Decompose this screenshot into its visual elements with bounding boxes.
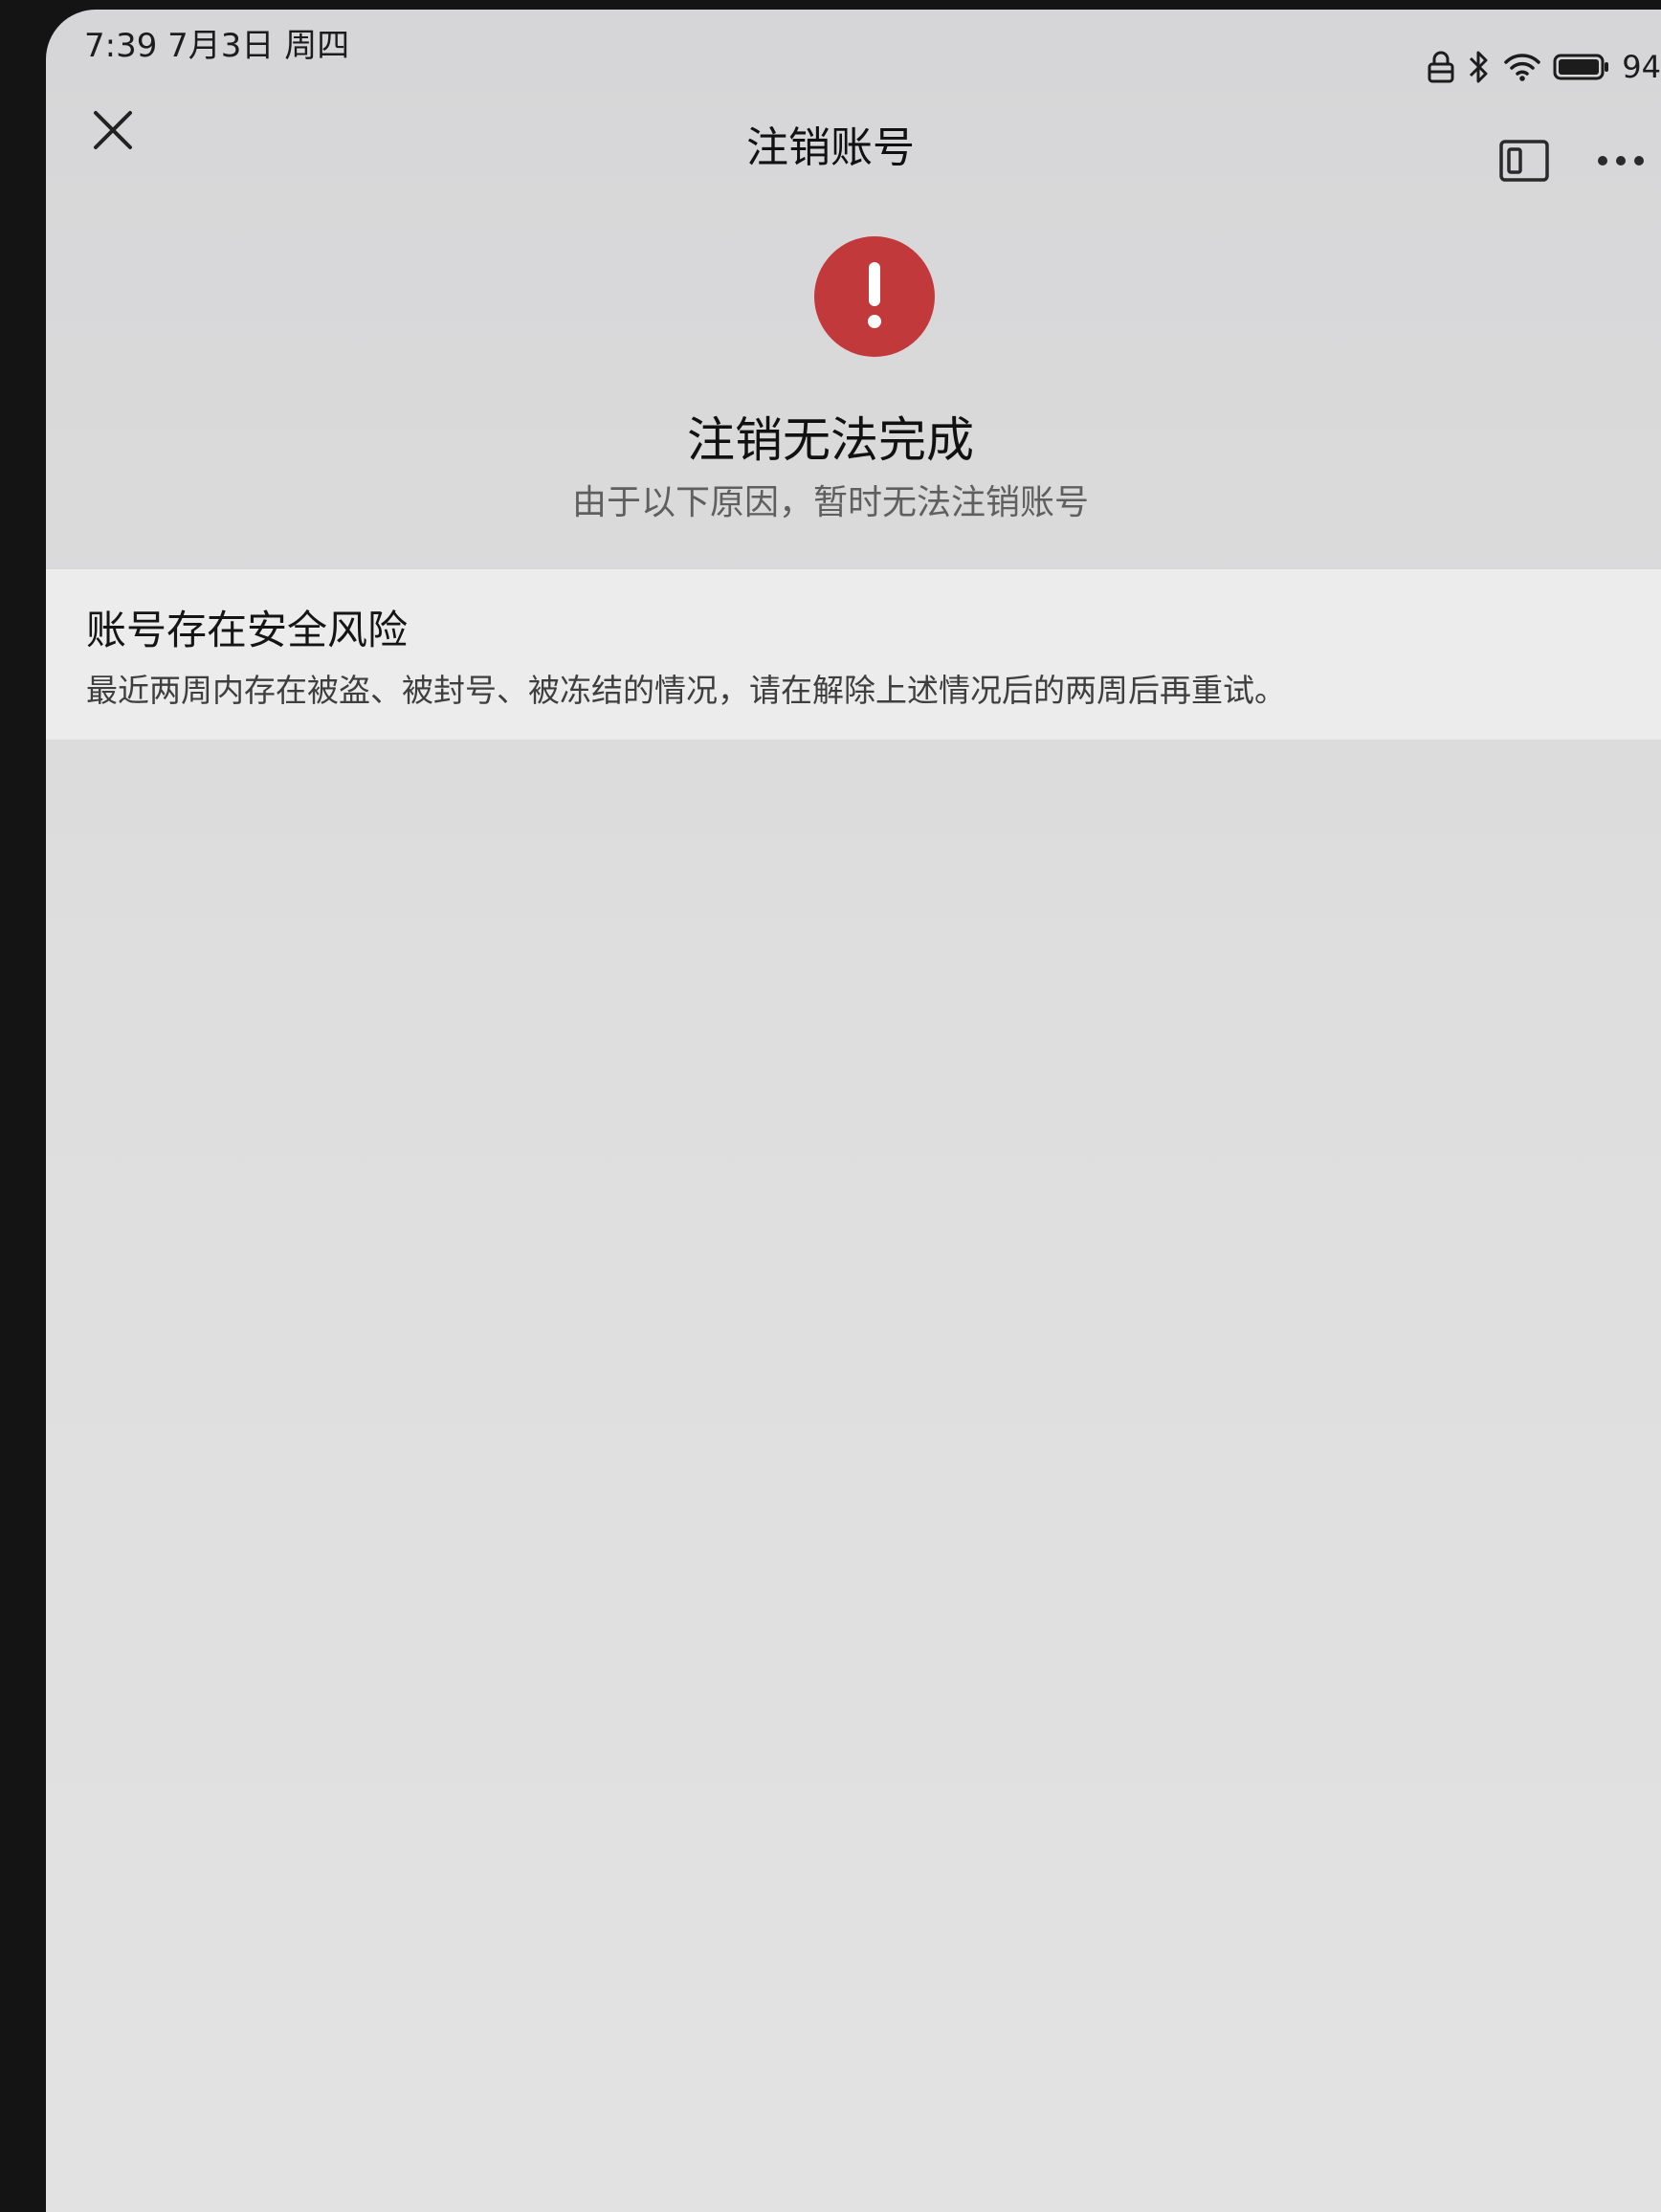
alert-badge [814,236,935,357]
more-icon [1598,156,1644,166]
more-button[interactable] [1596,149,1646,172]
split-view-button[interactable] [1498,138,1550,184]
battery-icon [1553,54,1609,80]
reason-description: 最近两周内存在被盗、被封号、被冻结的情况，请在解除上述情况后的两周后再重试。 [86,672,1286,709]
wifi-icon [1504,54,1541,81]
result-subtitle: 由于以下原因，暂时无法注销账号 [571,483,1089,522]
reason-title: 账号存在安全风险 [86,607,409,653]
result-title: 注销无法完成 [687,412,974,468]
exclamation-icon [868,262,881,328]
reason-card: 账号存在安全风险 最近两周内存在被盗、被封号、被冻结的情况，请在解除上述情况后的… [46,569,1661,740]
page-title: 注销账号 [746,123,915,172]
lock-icon [1428,51,1454,83]
bluetooth-icon [1470,51,1488,83]
status-time: 7:39 7月3日 周四 [84,27,350,65]
status-icons: 94 [1427,48,1661,86]
battery-level: 94 [1622,49,1661,85]
split-view-icon [1499,140,1549,182]
app-screen: 7:39 7月3日 周四 94 注销账号 注销无法完成 由于以下原因，暂时无法注… [46,10,1661,2212]
